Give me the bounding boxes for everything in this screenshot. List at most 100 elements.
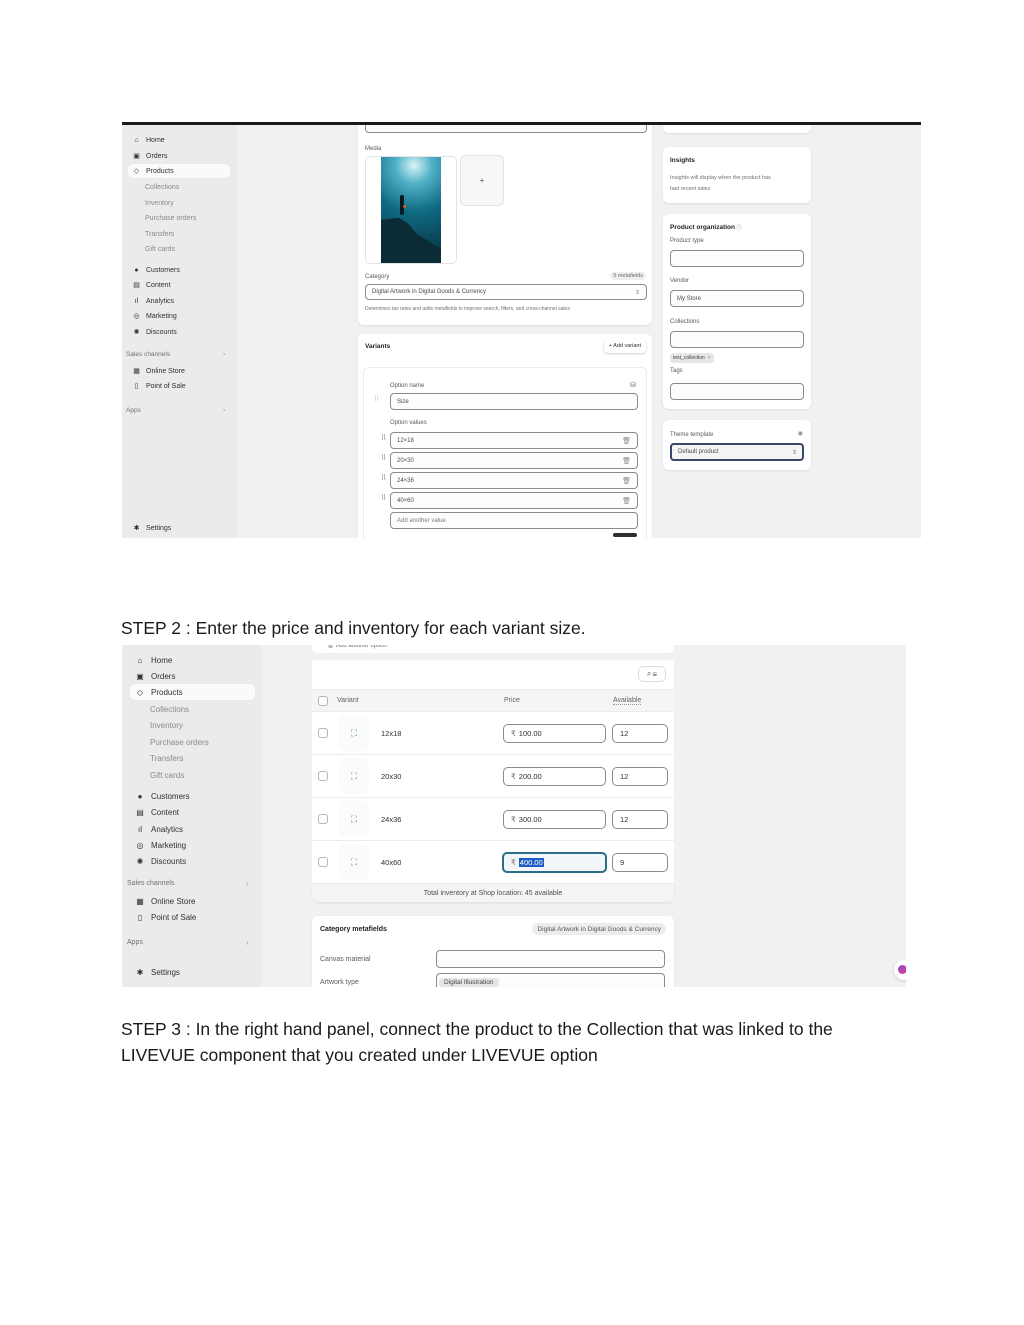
- available-input[interactable]: 12: [612, 810, 668, 829]
- chevron-right-icon[interactable]: ›: [223, 407, 225, 414]
- sidebar-item-gift-cards[interactable]: Gift cards: [145, 242, 175, 256]
- drag-handle-icon[interactable]: ⠿: [381, 435, 386, 442]
- trash-icon[interactable]: 🗑: [622, 497, 631, 505]
- trash-icon[interactable]: 🗑: [622, 437, 631, 445]
- vendor-input[interactable]: My Store: [670, 290, 804, 307]
- done-button[interactable]: [613, 533, 637, 537]
- eye-icon[interactable]: ◉: [798, 430, 803, 437]
- header-available: Available: [613, 697, 642, 705]
- add-media-button[interactable]: +: [460, 155, 504, 206]
- sidebar-item-purchase-orders[interactable]: Purchase orders: [150, 734, 209, 750]
- option-name-input[interactable]: Size: [390, 393, 638, 410]
- sales-channels-heading[interactable]: Sales channels: [126, 351, 170, 358]
- category-select[interactable]: Digital Artwork in Digital Goods & Curre…: [365, 284, 647, 300]
- apps-heading[interactable]: Apps: [127, 939, 143, 946]
- option-value-input[interactable]: 24×36 🗑: [390, 472, 638, 489]
- sidebar-item-discounts[interactable]: ✺ Discounts: [132, 325, 177, 339]
- row-checkbox[interactable]: [318, 857, 328, 867]
- discount-icon: ✺: [136, 856, 144, 866]
- row-checkbox[interactable]: [318, 728, 328, 738]
- sidebar-item-point-of-sale[interactable]: ▯ Point of Sale: [135, 909, 197, 925]
- sidebar-item-customers[interactable]: ● Customers: [135, 788, 190, 804]
- search-filter-button[interactable]: ⌕ ≡: [638, 666, 666, 682]
- option-value-input[interactable]: 20×30 🗑: [390, 452, 638, 469]
- tags-input[interactable]: [670, 383, 804, 400]
- sidebar-item-products[interactable]: ◇ Products: [128, 164, 230, 178]
- remove-tag-icon[interactable]: ×: [708, 355, 711, 361]
- add-option-button[interactable]: ⊕ Add another option: [312, 645, 674, 653]
- sidebar-item-purchase-orders[interactable]: Purchase orders: [145, 211, 196, 225]
- sidebar: ⌂ Home ▣ Orders ◇ Products Collections Inve…: [122, 125, 237, 538]
- sidebar-item-settings[interactable]: ✱ Settings: [135, 964, 180, 980]
- sidebar-item-online-store[interactable]: ▦ Online Store: [132, 364, 185, 378]
- artwork-type-input[interactable]: Digital Illustration: [436, 973, 665, 987]
- available-input[interactable]: 12: [612, 767, 668, 786]
- add-variant-button[interactable]: + Add variant: [603, 339, 646, 353]
- row-checkbox[interactable]: [318, 814, 328, 824]
- canvas-material-label: Canvas material: [320, 956, 371, 963]
- price-input[interactable]: ₹100.00: [503, 724, 606, 743]
- product-image: [381, 157, 441, 263]
- sidebar-item-home[interactable]: ⌂ Home: [132, 133, 164, 147]
- sidebar-item-inventory[interactable]: Inventory: [145, 196, 174, 210]
- image-placeholder-icon[interactable]: ⛶: [339, 844, 369, 880]
- canvas-material-input[interactable]: [436, 950, 665, 968]
- theme-template-select[interactable]: Default product ⇕: [670, 443, 804, 461]
- sidebar-item-customers[interactable]: ● Customers: [132, 263, 179, 277]
- sidebar-item-point-of-sale[interactable]: ▯ Point of Sale: [132, 379, 186, 393]
- add-value-input[interactable]: Add another value: [390, 512, 638, 529]
- chevron-right-icon[interactable]: ›: [246, 938, 249, 947]
- image-placeholder-icon[interactable]: ⛶: [339, 758, 369, 794]
- image-placeholder-icon[interactable]: ⛶: [339, 801, 369, 837]
- sidebar-item-discounts[interactable]: ✺ Discounts: [135, 853, 186, 869]
- sidebar-item-collections[interactable]: Collections: [150, 701, 189, 717]
- sidebar-item-settings[interactable]: ✱ Settings: [132, 521, 172, 535]
- sidebar-item-content[interactable]: ▤ Content: [132, 278, 170, 292]
- price-input-focused[interactable]: ₹400.00: [502, 852, 607, 873]
- available-input[interactable]: 9: [612, 853, 668, 872]
- drag-handle-icon[interactable]: ⠿: [381, 495, 386, 502]
- sidebar-item-orders[interactable]: ▣ Orders: [132, 149, 167, 163]
- apps-heading[interactable]: Apps: [126, 407, 141, 414]
- sidebar-item-collections[interactable]: Collections: [145, 180, 179, 194]
- database-icon[interactable]: ⛁: [630, 381, 636, 389]
- product-type-input[interactable]: [670, 250, 804, 267]
- description-field[interactable]: [365, 125, 647, 133]
- sidebar-item-inventory[interactable]: Inventory: [150, 717, 183, 733]
- chevron-right-icon[interactable]: ›: [223, 351, 225, 358]
- sidebar-item-analytics[interactable]: ıl Analytics: [132, 294, 174, 308]
- sidebar-item-transfers[interactable]: Transfers: [150, 750, 184, 766]
- drag-handle-icon[interactable]: ⠿: [381, 455, 386, 462]
- info-icon[interactable]: ⓘ: [736, 223, 742, 232]
- row-checkbox[interactable]: [318, 771, 328, 781]
- select-arrows-icon: ⇕: [791, 449, 797, 456]
- chevron-right-icon[interactable]: ›: [246, 879, 249, 888]
- sidebar-item-online-store[interactable]: ▦ Online Store: [135, 893, 195, 909]
- drag-handle-icon[interactable]: ⠿: [381, 475, 386, 482]
- media-image-frame[interactable]: [365, 156, 457, 264]
- option-value-input[interactable]: 40×60 🗑: [390, 492, 638, 509]
- available-input[interactable]: 12: [612, 724, 668, 743]
- image-placeholder-icon[interactable]: ⛶: [339, 715, 369, 751]
- sidebar: ⌂ Home ▣ Orders ◇ Products Collections Inve…: [122, 645, 262, 987]
- collections-input[interactable]: [670, 331, 804, 348]
- sidebar-item-home[interactable]: ⌂ Home: [135, 652, 173, 668]
- sales-channels-heading[interactable]: Sales channels: [127, 880, 174, 887]
- select-all-checkbox[interactable]: [318, 696, 328, 706]
- sidebar-item-marketing[interactable]: ◎ Marketing: [135, 837, 187, 853]
- price-input[interactable]: ₹200.00: [503, 767, 606, 786]
- sidekick-icon: [898, 965, 906, 974]
- sidebar-item-orders[interactable]: ▣ Orders: [135, 668, 175, 684]
- sidebar-item-transfers[interactable]: Transfers: [145, 227, 174, 241]
- option-value-input[interactable]: 12×18 🗑: [390, 432, 638, 449]
- sidebar-item-marketing[interactable]: ◎ Marketing: [132, 309, 176, 323]
- trash-icon[interactable]: 🗑: [622, 477, 631, 485]
- price-input[interactable]: ₹300.00: [503, 810, 606, 829]
- sidebar-item-products[interactable]: ◇ Products: [130, 684, 255, 700]
- sidebar-item-analytics[interactable]: ıl Analytics: [135, 821, 183, 837]
- drag-handle-icon[interactable]: ⠿: [374, 396, 379, 403]
- sidebar-item-gift-cards[interactable]: Gift cards: [150, 767, 184, 783]
- sidebar-item-content[interactable]: ▤ Content: [135, 804, 179, 820]
- trash-icon[interactable]: 🗑: [622, 457, 631, 465]
- floating-assistant-button[interactable]: [894, 960, 906, 980]
